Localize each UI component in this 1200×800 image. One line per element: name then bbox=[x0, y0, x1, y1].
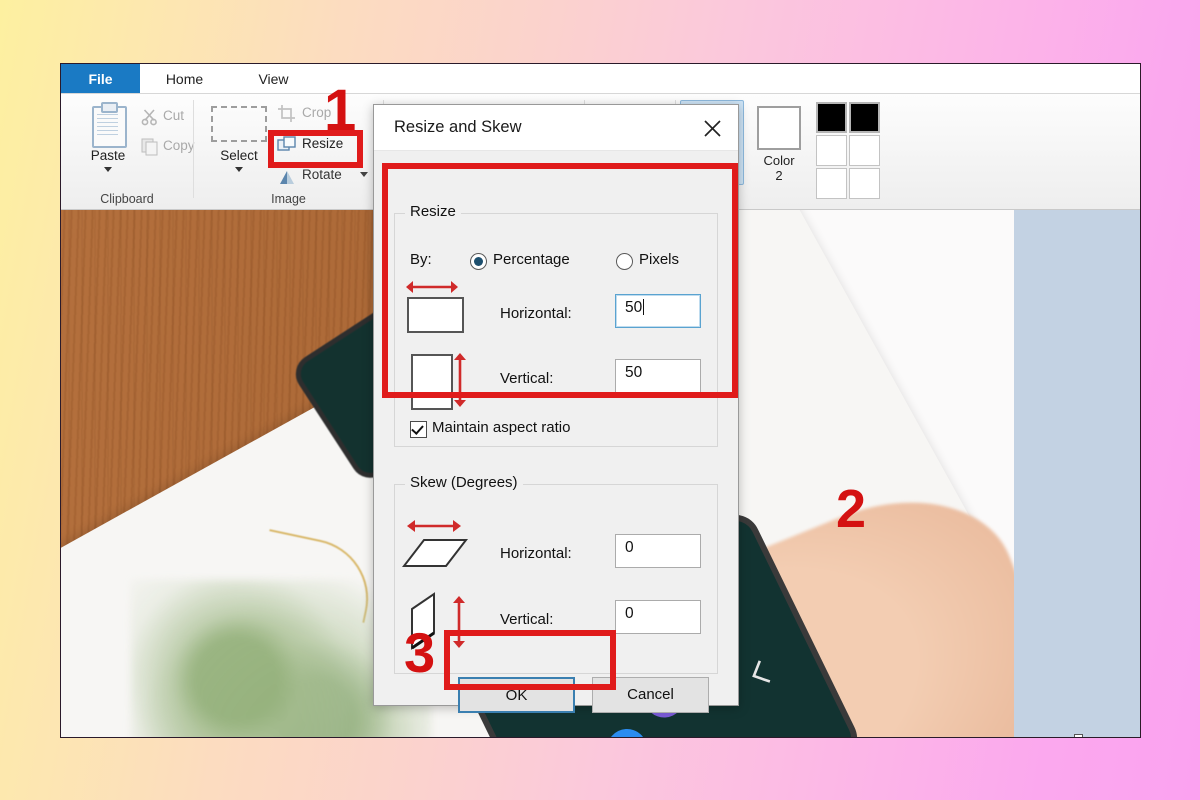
phone-app-icon bbox=[600, 722, 654, 737]
annotation-step-2: 2 bbox=[836, 479, 867, 539]
rotate-icon bbox=[280, 171, 294, 184]
annotation-step-1: 1 bbox=[324, 78, 357, 143]
skew-legend: Skew (Degrees) bbox=[405, 474, 523, 491]
canvas-resize-handle[interactable] bbox=[1074, 734, 1083, 737]
close-icon bbox=[704, 120, 721, 137]
chevron-down-icon[interactable] bbox=[235, 167, 243, 172]
tab-file-label: File bbox=[88, 71, 113, 87]
maintain-aspect-ratio-label: Maintain aspect ratio bbox=[432, 419, 571, 436]
palette-swatch[interactable] bbox=[816, 135, 847, 166]
ribbon-group-clipboard: Paste Cut Copy Clipboard bbox=[61, 94, 195, 209]
color-2-label-line2: 2 bbox=[775, 168, 783, 183]
skew-vertical-input[interactable]: 0 bbox=[615, 600, 701, 634]
ribbon-tabstrip: File Home View bbox=[61, 64, 1140, 94]
select-button[interactable]: Select bbox=[204, 100, 274, 172]
skew-horizontal-value: 0 bbox=[625, 539, 634, 556]
palette-swatch[interactable] bbox=[849, 168, 880, 199]
crop-icon bbox=[278, 105, 295, 122]
highlight-ok-button bbox=[444, 630, 616, 690]
rotate-label: Rotate bbox=[302, 167, 342, 182]
skew-vertical-label: Vertical: bbox=[500, 611, 554, 628]
checkbox-indicator bbox=[410, 421, 427, 438]
skew-vertical-value: 0 bbox=[625, 605, 634, 622]
palette-swatch[interactable] bbox=[816, 102, 847, 133]
highlight-resize-section bbox=[382, 163, 738, 398]
color-palette[interactable] bbox=[816, 102, 882, 201]
dialog-title: Resize and Skew bbox=[394, 118, 522, 136]
color-2-button[interactable]: Color 2 bbox=[748, 100, 810, 183]
palette-swatch[interactable] bbox=[816, 168, 847, 199]
tab-home-label: Home bbox=[165, 71, 204, 87]
phone-back-nav-icon bbox=[752, 660, 771, 683]
palette-swatch[interactable] bbox=[849, 102, 880, 133]
clipboard-icon bbox=[90, 102, 127, 148]
maintain-aspect-ratio-checkbox[interactable]: Maintain aspect ratio bbox=[410, 419, 571, 438]
scissors-icon bbox=[141, 109, 157, 126]
skew-horizontal-shape-icon bbox=[402, 539, 469, 567]
palette-swatch[interactable] bbox=[849, 135, 880, 166]
annotation-step-3: 3 bbox=[404, 621, 436, 684]
cut-label: Cut bbox=[163, 108, 185, 123]
skew-horizontal-arrow-icon bbox=[407, 520, 461, 532]
paste-button[interactable]: Paste bbox=[75, 100, 141, 172]
cancel-label: Cancel bbox=[627, 686, 674, 703]
paste-label: Paste bbox=[90, 148, 126, 163]
copy-label: Copy bbox=[163, 138, 195, 153]
color-2-label-line1: Color bbox=[763, 153, 795, 168]
copy-icon bbox=[141, 138, 158, 156]
tab-home[interactable]: Home bbox=[140, 64, 229, 94]
tab-view-label: View bbox=[258, 71, 289, 87]
skew-horizontal-label: Horizontal: bbox=[500, 545, 572, 562]
tab-file[interactable]: File bbox=[61, 64, 140, 94]
select-label: Select bbox=[220, 148, 258, 163]
clipboard-group-label: Clipboard bbox=[100, 192, 154, 206]
color-2-swatch bbox=[757, 106, 801, 150]
close-button[interactable] bbox=[694, 113, 730, 143]
chevron-down-icon[interactable] bbox=[360, 172, 368, 177]
dialog-titlebar: Resize and Skew bbox=[374, 105, 738, 151]
chevron-down-icon[interactable] bbox=[104, 167, 112, 172]
skew-horizontal-input[interactable]: 0 bbox=[615, 534, 701, 568]
selection-rect-icon bbox=[211, 106, 267, 142]
tab-view[interactable]: View bbox=[229, 64, 318, 94]
